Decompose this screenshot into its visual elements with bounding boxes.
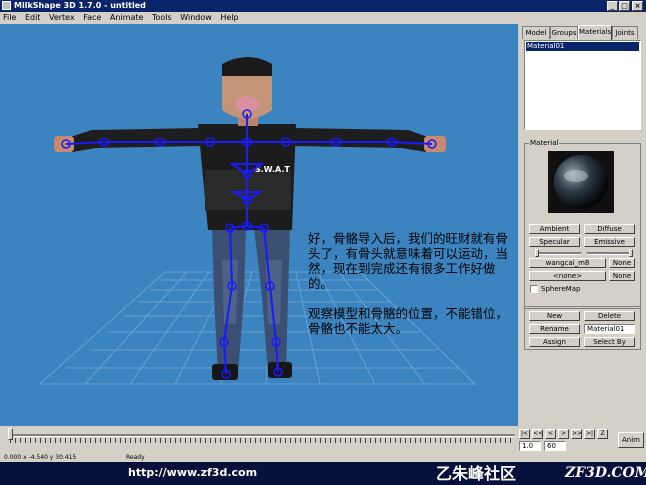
texture-none-button[interactable]: None (609, 258, 635, 268)
fast-forward-button[interactable]: >> (571, 429, 582, 439)
last-frame-button[interactable]: >| (584, 429, 595, 439)
spheremap-checkbox[interactable] (530, 285, 538, 293)
viewport-scene: S.W.A.T (38, 57, 477, 385)
timeline-ticks (10, 438, 515, 443)
zoom-button[interactable]: Z (597, 429, 608, 439)
side-panel: Model Groups Materials Joints Material01… (520, 24, 646, 426)
first-frame-button[interactable]: |< (519, 429, 530, 439)
materials-list[interactable]: Material01 (524, 40, 641, 130)
menu-tools[interactable]: Tools (149, 12, 175, 24)
rename-button[interactable]: Rename (529, 324, 580, 334)
minimize-button[interactable]: _ (607, 1, 618, 11)
brand-name: 乙朱峰社区 (436, 464, 517, 483)
menu-vertex[interactable]: Vertex (46, 12, 78, 24)
material-group: Material Ambient Diffuse Specular Emissi… (524, 139, 641, 309)
select-by-button[interactable]: Select By (584, 337, 635, 347)
title-bar: MilkShape 3D 1.7.0 - untitled _ □ × (0, 0, 646, 12)
timeline-track[interactable] (10, 434, 515, 437)
menu-help[interactable]: Help (217, 12, 241, 24)
prev-frame-button[interactable]: < (545, 429, 556, 439)
window-title: MilkShape 3D 1.7.0 - untitled (14, 1, 146, 10)
material-group-label: Material (529, 139, 560, 147)
menu-animate[interactable]: Animate (107, 12, 147, 24)
brand-domain: ZF3D.COM (565, 465, 646, 481)
menu-window[interactable]: Window (177, 12, 215, 24)
3d-viewport[interactable]: S.W.A.T 好，骨骼导入后，我们的旺财就有骨头了，有骨头就意味着可以运动，当… (0, 24, 518, 426)
tab-materials[interactable]: Materials (578, 25, 612, 40)
next-frame-button[interactable]: > (558, 429, 569, 439)
diffuse-button[interactable]: Diffuse (584, 224, 635, 234)
ambient-button[interactable]: Ambient (529, 224, 580, 234)
frame-end-field[interactable]: 60 (544, 441, 566, 451)
shininess-slider[interactable] (535, 249, 581, 257)
menu-bar: File Edit Vertex Face Animate Tools Wind… (0, 12, 646, 24)
menu-face[interactable]: Face (80, 12, 104, 24)
alpha-none-button[interactable]: None (609, 271, 635, 281)
app-icon (2, 1, 11, 10)
watermark-banner: http://www.zf3d.com 乙朱峰社区 ZF3D.COM (0, 462, 646, 485)
texture-button[interactable]: wangcai_m8 (529, 258, 606, 268)
new-button[interactable]: New (529, 311, 580, 321)
delete-button[interactable]: Delete (584, 311, 635, 321)
emissive-button[interactable]: Emissive (584, 237, 635, 247)
alpha-texture-button[interactable]: <none> (529, 271, 606, 281)
vest-label: S.W.A.T (255, 165, 290, 174)
list-item[interactable]: Material01 (526, 42, 639, 51)
tab-joints[interactable]: Joints (612, 26, 638, 39)
spheremap-label: SphereMap (541, 285, 581, 293)
assign-button[interactable]: Assign (529, 337, 580, 347)
rename-field[interactable]: Material01 (584, 324, 635, 334)
status-bar: 0.000 x -4.540 y 30.415 Ready (0, 454, 646, 462)
tutorial-annotation: 好，骨骼导入后，我们的旺财就有骨头了，有骨头就意味着可以运动，当然，现在到完成还… (308, 231, 509, 336)
material-preview (548, 151, 614, 213)
site-url: http://www.zf3d.com (128, 466, 258, 479)
animation-timeline: |< << < > >> >| Z 1.0 60 Anim (0, 426, 646, 454)
maximize-button[interactable]: □ (619, 1, 630, 11)
tab-groups[interactable]: Groups (550, 26, 578, 39)
specular-button[interactable]: Specular (529, 237, 580, 247)
timeline-thumb[interactable] (8, 428, 13, 440)
rewind-button[interactable]: << (532, 429, 543, 439)
transparency-slider[interactable] (587, 249, 633, 257)
menu-file[interactable]: File (0, 12, 19, 24)
tab-model[interactable]: Model (522, 26, 550, 39)
coordinates-readout: 0.000 x -4.540 y 30.415 (4, 454, 77, 461)
frame-start-field[interactable]: 1.0 (519, 441, 541, 451)
status-text: Ready (126, 454, 145, 461)
anim-button[interactable]: Anim (618, 432, 644, 448)
sphere-preview-icon (554, 155, 608, 209)
close-button[interactable]: × (632, 1, 643, 11)
menu-edit[interactable]: Edit (22, 12, 44, 24)
material-actions-group: New Delete Rename Material01 Assign Sele… (524, 306, 641, 350)
